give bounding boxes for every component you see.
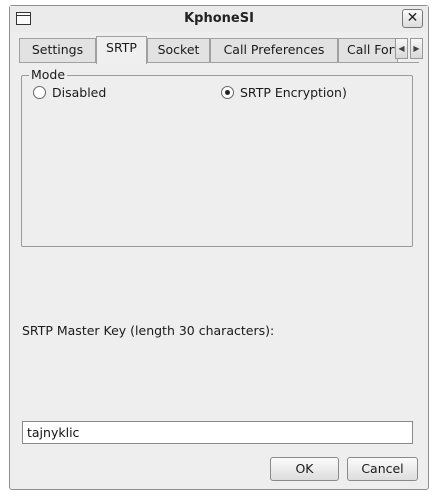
ok-button[interactable]: OK [270, 457, 339, 481]
cancel-button[interactable]: Cancel [347, 457, 418, 481]
dialog-content: Settings SRTP Socket Call Preferences Ca… [9, 5, 429, 490]
radio-srtp-encryption[interactable]: SRTP Encryption) [221, 85, 347, 100]
tab-settings[interactable]: Settings [19, 38, 96, 62]
radio-srtp-encryption-icon[interactable] [221, 86, 234, 99]
tab-srtp[interactable]: SRTP [96, 36, 147, 64]
tab-socket[interactable]: Socket [147, 38, 210, 62]
mode-groupbox [21, 75, 413, 247]
tab-scroll-right-icon[interactable]: ▶ [410, 38, 423, 59]
tab-call-forwarding[interactable]: Call Forv [338, 38, 398, 62]
radio-srtp-encryption-label: SRTP Encryption) [240, 85, 347, 100]
radio-disabled[interactable]: Disabled [33, 85, 106, 100]
master-key-input[interactable] [22, 421, 413, 444]
tab-call-preferences[interactable]: Call Preferences [210, 38, 338, 62]
radio-disabled-icon[interactable] [33, 86, 46, 99]
radio-disabled-label: Disabled [52, 85, 107, 100]
master-key-label: SRTP Master Key (length 30 characters): [22, 323, 275, 338]
tab-bar: Settings SRTP Socket Call Preferences Ca… [19, 36, 424, 64]
tab-scroll-left-icon[interactable]: ◀ [395, 38, 408, 59]
mode-group-title: Mode [29, 67, 68, 82]
